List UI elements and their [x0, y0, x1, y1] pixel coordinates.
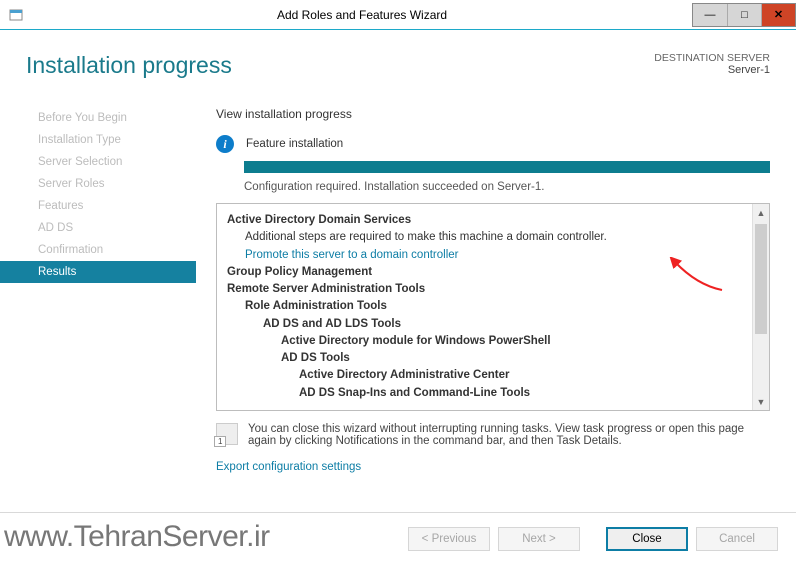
main-subhead: View installation progress	[216, 107, 770, 121]
sidebar-item-results[interactable]: Results	[0, 261, 196, 283]
info-row: i Feature installation	[216, 135, 770, 153]
maximize-button[interactable]: □	[727, 4, 761, 26]
info-icon: i	[216, 135, 234, 153]
app-icon	[8, 7, 24, 23]
previous-button: < Previous	[408, 527, 490, 551]
details-rat: Role Administration Tools	[227, 298, 763, 315]
promote-link[interactable]: Promote this server to a domain controll…	[227, 247, 763, 264]
details-scrollbar[interactable]: ▲ ▼	[752, 204, 769, 410]
sidebar-item-adds: AD DS	[26, 217, 196, 239]
details-adlds: AD DS and AD LDS Tools	[227, 316, 763, 333]
details-adac: Active Directory Administrative Center	[227, 367, 763, 384]
dest-label: DESTINATION SERVER	[654, 52, 770, 64]
header: Installation progress DESTINATION SERVER…	[0, 30, 796, 89]
sidebar-item-roles: Server Roles	[26, 173, 196, 195]
scroll-thumb[interactable]	[755, 224, 767, 334]
next-button: Next >	[498, 527, 580, 551]
export-link[interactable]: Export configuration settings	[216, 461, 770, 473]
minimize-button[interactable]: —	[693, 4, 727, 26]
note-row: You can close this wizard without interr…	[216, 423, 770, 447]
close-button[interactable]: Close	[606, 527, 688, 551]
sidebar-item-before: Before You Begin	[26, 107, 196, 129]
scroll-up-icon[interactable]: ▲	[753, 204, 769, 221]
details-admps: Active Directory module for Windows Powe…	[227, 333, 763, 350]
progress-bar	[244, 161, 770, 173]
sidebar-item-selection: Server Selection	[26, 151, 196, 173]
details-adds-note: Additional steps are required to make th…	[227, 229, 763, 246]
window-controls: — □ ✕	[692, 3, 796, 27]
status-text: Configuration required. Installation suc…	[244, 181, 770, 193]
cancel-button: Cancel	[696, 527, 778, 551]
sidebar-item-type: Installation Type	[26, 129, 196, 151]
wizard-sidebar: Before You Begin Installation Type Serve…	[26, 89, 196, 473]
main-content: View installation progress i Feature ins…	[196, 89, 796, 473]
details-addst: AD DS Tools	[227, 350, 763, 367]
scroll-down-icon[interactable]: ▼	[753, 393, 769, 410]
details-content: Active Directory Domain Services Additio…	[227, 212, 763, 402]
titlebar: Add Roles and Features Wizard — □ ✕	[0, 0, 796, 30]
feature-label: Feature installation	[246, 138, 343, 150]
sidebar-item-confirmation: Confirmation	[26, 239, 196, 261]
dest-server: Server-1	[654, 64, 770, 76]
details-snapins: AD DS Snap-Ins and Command-Line Tools	[227, 385, 763, 402]
note-text: You can close this wizard without interr…	[248, 423, 770, 447]
details-adds: Active Directory Domain Services	[227, 212, 763, 229]
page-title: Installation progress	[26, 52, 232, 79]
footer: < Previous Next > Close Cancel	[0, 512, 796, 564]
sidebar-item-features: Features	[26, 195, 196, 217]
window-title: Add Roles and Features Wizard	[32, 8, 692, 22]
details-rsat: Remote Server Administration Tools	[227, 281, 763, 298]
destination-info: DESTINATION SERVER Server-1	[654, 52, 770, 79]
details-box: Active Directory Domain Services Additio…	[216, 203, 770, 411]
close-window-button[interactable]: ✕	[761, 4, 795, 26]
details-gpm: Group Policy Management	[227, 264, 763, 281]
flag-icon	[216, 423, 238, 445]
